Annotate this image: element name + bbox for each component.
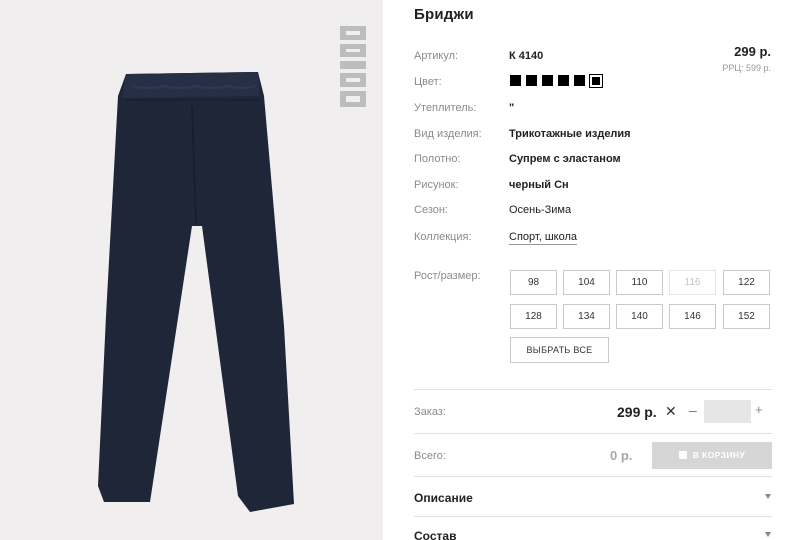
rrp-price: РРЦ: 599 р. — [722, 63, 771, 73]
multiply-icon: ✕ — [665, 403, 677, 419]
product-title: Бриджи — [414, 6, 474, 23]
insulation-label: Утеплитель: — [414, 102, 477, 114]
order-price: 299 р. — [617, 404, 657, 420]
add-to-cart-label: В КОРЗИНУ — [692, 450, 746, 460]
product-type-value: Трикотажные изделия — [509, 128, 631, 140]
size-option[interactable]: 140 — [616, 304, 663, 329]
fabric-label: Полотно: — [414, 153, 461, 165]
color-swatch[interactable] — [542, 75, 553, 86]
order-label: Заказ: — [414, 406, 446, 418]
divider — [414, 433, 772, 434]
size-option[interactable]: 152 — [723, 304, 770, 329]
product-type-label: Вид изделия: — [414, 128, 482, 140]
pants-image — [98, 72, 294, 512]
total-value: 0 р. — [610, 448, 633, 463]
accordion-title: Состав — [414, 529, 457, 540]
color-label: Цвет: — [414, 76, 442, 88]
size-label: Рост/размер: — [414, 270, 481, 282]
divider — [414, 389, 772, 390]
color-swatch[interactable] — [526, 75, 537, 86]
collection-label: Коллекция: — [414, 231, 472, 243]
color-swatch-selected[interactable] — [589, 74, 603, 88]
accordion-title: Описание — [414, 491, 473, 505]
size-option[interactable]: 146 — [669, 304, 716, 329]
chevron-down-icon — [765, 494, 771, 499]
quantity-increase-button[interactable]: + — [755, 402, 763, 417]
size-option[interactable]: 104 — [563, 270, 610, 295]
quantity-decrease-button[interactable]: – — [689, 402, 697, 418]
accordion-composition[interactable]: Состав — [414, 529, 772, 540]
pattern-value: черный Сн — [509, 179, 569, 191]
divider — [414, 516, 772, 517]
article-value: К 4140 — [509, 50, 544, 62]
size-option[interactable]: 110 — [616, 270, 663, 295]
season-label: Сезон: — [414, 204, 448, 216]
collection-link[interactable]: Спорт, школа — [509, 231, 577, 245]
divider — [414, 476, 772, 477]
cart-icon — [678, 451, 687, 459]
size-option[interactable]: 98 — [510, 270, 557, 295]
fabric-value: Супрем с эластаном — [509, 153, 621, 165]
accordion-description[interactable]: Описание — [414, 491, 772, 511]
total-label: Всего: — [414, 450, 446, 462]
article-label: Артикул: — [414, 50, 459, 62]
brand-logo — [340, 26, 366, 107]
quantity-input[interactable] — [704, 400, 751, 423]
size-option[interactable]: 122 — [723, 270, 770, 295]
product-price: 299 р. — [734, 44, 771, 59]
color-swatch[interactable] — [510, 75, 521, 86]
size-option-disabled: 116 — [669, 270, 716, 295]
chevron-down-icon — [765, 532, 771, 537]
insulation-value: " — [509, 102, 515, 114]
product-info: Бриджи Артикул: К 4140 299 р. РРЦ: 599 р… — [414, 0, 772, 540]
color-swatch[interactable] — [574, 75, 585, 86]
select-all-sizes-button[interactable]: ВЫБРАТЬ ВСЕ — [510, 337, 609, 363]
size-option[interactable]: 134 — [563, 304, 610, 329]
color-swatch[interactable] — [558, 75, 569, 86]
product-photo-panel — [0, 0, 383, 540]
pattern-label: Рисунок: — [414, 179, 459, 191]
size-option[interactable]: 128 — [510, 304, 557, 329]
add-to-cart-button[interactable]: В КОРЗИНУ — [652, 442, 772, 469]
season-value: Осень-Зима — [509, 204, 572, 216]
